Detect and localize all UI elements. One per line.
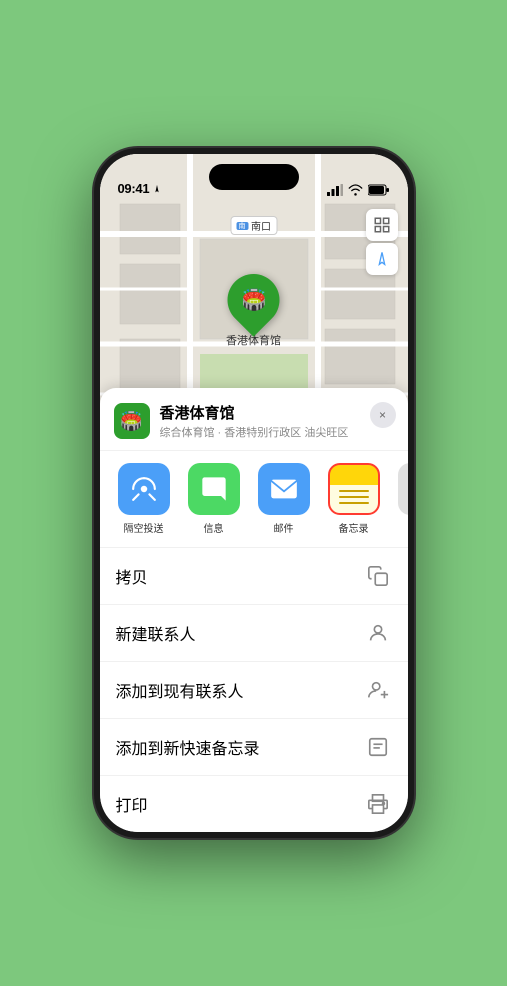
- messages-label: 信息: [204, 520, 224, 535]
- close-button[interactable]: ×: [370, 402, 396, 428]
- battery-icon: [368, 184, 390, 196]
- map-controls: [366, 209, 398, 275]
- mail-icon: [258, 463, 310, 515]
- notes-line-3: [339, 502, 369, 504]
- action-add-contact[interactable]: 添加到现有联系人: [100, 662, 408, 719]
- quick-note-label: 添加到新快速备忘录: [116, 735, 260, 759]
- place-subtitle: 综合体育馆 · 香港特别行政区 油尖旺区: [160, 424, 394, 440]
- print-icon: [364, 790, 392, 818]
- map-label-text: 南口: [251, 218, 271, 233]
- map-pin: 🏟️ 香港体育馆: [226, 274, 281, 348]
- pin-marker: 🏟️: [217, 263, 291, 337]
- place-name: 香港体育馆: [160, 402, 394, 423]
- person-icon: [364, 619, 392, 647]
- share-item-airdrop[interactable]: 隔空投送: [114, 463, 174, 535]
- mail-label: 邮件: [274, 520, 294, 535]
- share-item-messages[interactable]: 信息: [184, 463, 244, 535]
- print-label: 打印: [116, 792, 148, 816]
- notes-line-1: [339, 490, 369, 492]
- share-row: 隔空投送 信息: [100, 451, 408, 548]
- dynamic-island: [209, 164, 299, 190]
- phone-frame: 09:41: [94, 148, 414, 838]
- more-icon: [398, 463, 408, 515]
- map-location-label: 南 南口: [230, 216, 277, 235]
- pin-icon: 🏟️: [241, 288, 266, 313]
- action-new-contact[interactable]: 新建联系人: [100, 605, 408, 662]
- messages-icon: [188, 463, 240, 515]
- add-contact-label: 添加到现有联系人: [116, 678, 244, 702]
- map-type-button[interactable]: [366, 209, 398, 241]
- action-copy[interactable]: 拷贝: [100, 548, 408, 605]
- notes-line-2: [339, 496, 369, 498]
- place-header: 🏟️ 香港体育馆 综合体育馆 · 香港特别行政区 油尖旺区 ×: [100, 388, 408, 451]
- location-button[interactable]: [366, 243, 398, 275]
- action-print[interactable]: 打印: [100, 776, 408, 832]
- bottom-sheet: 🏟️ 香港体育馆 综合体育馆 · 香港特别行政区 油尖旺区 ×: [100, 388, 408, 832]
- share-item-more[interactable]: 提: [394, 463, 408, 535]
- phone-screen: 09:41: [100, 154, 408, 832]
- new-contact-label: 新建联系人: [116, 621, 196, 645]
- copy-label: 拷贝: [116, 564, 148, 588]
- notes-lines: [339, 490, 369, 504]
- person-add-icon: [364, 676, 392, 704]
- place-icon: 🏟️: [114, 403, 150, 439]
- place-info: 香港体育馆 综合体育馆 · 香港特别行政区 油尖旺区: [160, 402, 394, 440]
- status-time: 09:41: [118, 181, 150, 196]
- share-item-mail[interactable]: 邮件: [254, 463, 314, 535]
- status-icons: [327, 184, 390, 196]
- action-quick-note[interactable]: 添加到新快速备忘录: [100, 719, 408, 776]
- airdrop-label: 隔空投送: [124, 520, 164, 535]
- map-label-dot: 南: [236, 222, 248, 230]
- copy-icon: [364, 562, 392, 590]
- signal-icon: [327, 184, 343, 196]
- notes-label: 备忘录: [339, 520, 369, 535]
- share-item-notes[interactable]: 备忘录: [324, 463, 384, 535]
- airdrop-icon: [118, 463, 170, 515]
- notes-icon: [328, 463, 380, 515]
- location-icon: [152, 184, 162, 194]
- wifi-icon: [348, 184, 363, 196]
- quick-note-icon: [364, 733, 392, 761]
